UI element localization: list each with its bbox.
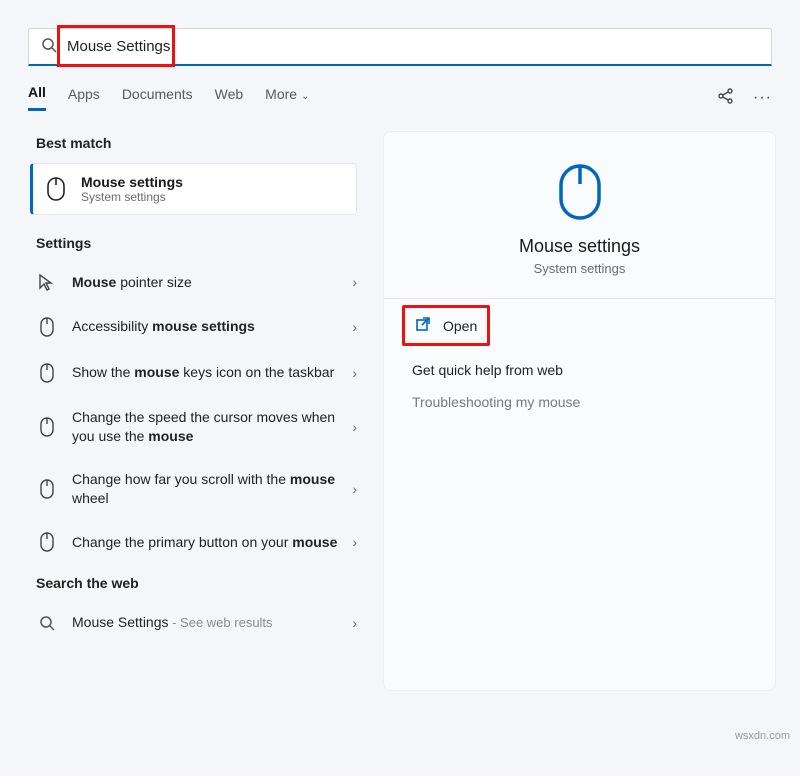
watermark: wsxdn.com xyxy=(735,730,790,742)
mouse-icon xyxy=(36,478,58,500)
open-action[interactable]: Open xyxy=(402,305,490,346)
preview-mouse-icon xyxy=(408,162,751,222)
search-icon xyxy=(36,615,58,631)
settings-result-row[interactable]: Accessibility mouse settings › xyxy=(8,304,375,350)
mouse-icon xyxy=(36,416,58,438)
more-options-icon[interactable]: ··· xyxy=(753,89,772,107)
settings-result-label: Change the speed the cursor moves when y… xyxy=(72,408,338,446)
tab-web[interactable]: Web xyxy=(215,86,244,110)
settings-result-label: Change how far you scroll with the mouse… xyxy=(72,470,338,508)
results-pane: Best match Mouse settings System setting… xyxy=(0,125,375,691)
pointer-icon xyxy=(36,273,58,291)
best-match-title: Mouse settings xyxy=(81,174,183,190)
best-match-heading: Best match xyxy=(8,125,375,161)
settings-result-label: Change the primary button on your mouse xyxy=(72,533,338,552)
settings-heading: Settings xyxy=(8,225,375,261)
settings-result-row[interactable]: Mouse pointer size › xyxy=(8,261,375,304)
settings-result-row[interactable]: Change the primary button on your mouse › xyxy=(8,519,375,565)
mouse-icon xyxy=(36,362,58,384)
search-query-text: Mouse Settings xyxy=(67,38,170,55)
share-icon[interactable] xyxy=(717,87,735,108)
web-result-label: Mouse Settings - See web results xyxy=(72,613,338,632)
tab-all[interactable]: All xyxy=(28,84,46,111)
preview-title: Mouse settings xyxy=(408,236,751,257)
settings-result-row[interactable]: Change how far you scroll with the mouse… xyxy=(8,458,375,520)
preview-pane: Mouse settings System settings Open Get … xyxy=(383,131,776,691)
search-window: Mouse Settings All Apps Documents Web Mo… xyxy=(0,28,800,776)
preview-subtitle: System settings xyxy=(408,261,751,276)
mouse-icon xyxy=(43,176,69,202)
settings-result-label: Mouse pointer size xyxy=(72,273,338,292)
open-label: Open xyxy=(443,318,477,334)
web-result-row[interactable]: Mouse Settings - See web results › xyxy=(8,601,375,644)
settings-result-label: Accessibility mouse settings xyxy=(72,317,338,336)
chevron-right-icon: › xyxy=(352,365,357,381)
best-match-result[interactable]: Mouse settings System settings xyxy=(30,163,357,215)
settings-result-row[interactable]: Change the speed the cursor moves when y… xyxy=(8,396,375,458)
tab-more[interactable]: More⌄ xyxy=(265,86,309,110)
main-area: Best match Mouse settings System setting… xyxy=(0,125,800,691)
search-bar[interactable]: Mouse Settings xyxy=(28,28,772,66)
help-link-troubleshooting[interactable]: Troubleshooting my mouse xyxy=(408,384,751,420)
best-match-subtitle: System settings xyxy=(81,190,183,204)
quick-help-heading: Get quick help from web xyxy=(408,346,751,384)
chevron-right-icon: › xyxy=(352,419,357,435)
chevron-right-icon: › xyxy=(352,319,357,335)
chevron-down-icon: ⌄ xyxy=(301,91,309,102)
open-external-icon xyxy=(415,316,431,335)
search-icon xyxy=(41,37,57,56)
chevron-right-icon: › xyxy=(352,615,357,631)
tab-apps[interactable]: Apps xyxy=(68,86,100,110)
chevron-right-icon: › xyxy=(352,481,357,497)
settings-result-label: Show the mouse keys icon on the taskbar xyxy=(72,363,338,382)
divider xyxy=(384,298,775,299)
filter-tabs: All Apps Documents Web More⌄ ··· xyxy=(28,84,772,111)
chevron-right-icon: › xyxy=(352,274,357,290)
chevron-right-icon: › xyxy=(352,534,357,550)
mouse-icon xyxy=(36,316,58,338)
mouse-icon xyxy=(36,531,58,553)
search-web-heading: Search the web xyxy=(8,565,375,601)
tab-documents[interactable]: Documents xyxy=(122,86,193,110)
settings-result-row[interactable]: Show the mouse keys icon on the taskbar › xyxy=(8,350,375,396)
